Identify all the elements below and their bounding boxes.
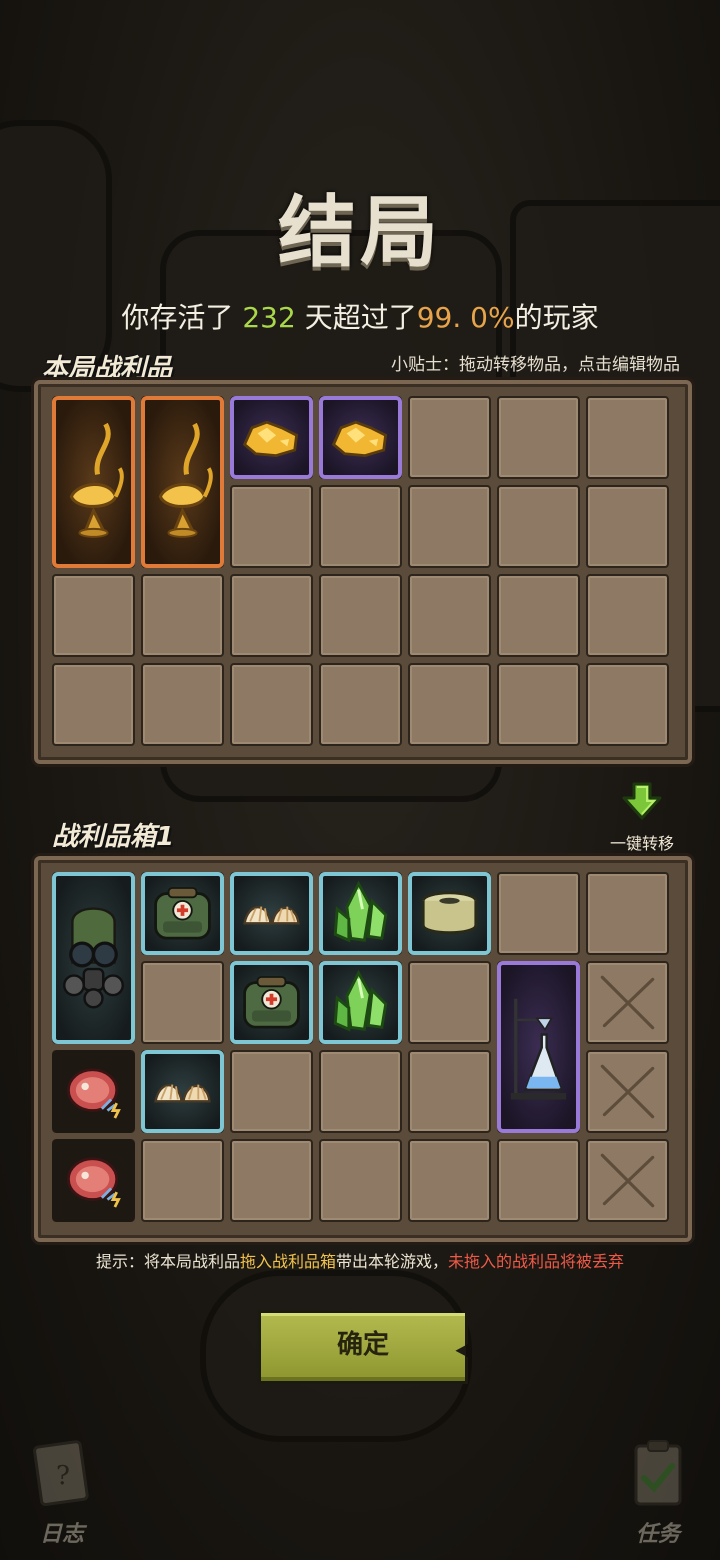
survive-mid: 天超过了 [304, 301, 417, 334]
clipboard-check-icon [634, 1440, 682, 1506]
transfer-all-label: 一键转移 [609, 834, 674, 853]
grid-cell[interactable] [586, 574, 669, 657]
locked-slot [586, 1050, 669, 1133]
grid-cell[interactable] [497, 574, 580, 657]
loot-panel [34, 380, 692, 764]
locked-slot-icon [600, 975, 655, 1030]
grid-cell[interactable] [230, 1139, 313, 1222]
tape-roll-icon [421, 890, 478, 934]
raw-meat-icon [67, 1067, 121, 1119]
golden-lamp-icon [158, 422, 213, 538]
confirm-button[interactable]: 确定 [258, 1310, 468, 1384]
grid-cell[interactable] [408, 1139, 491, 1222]
grid-cell[interactable] [319, 1050, 402, 1133]
grid-cell[interactable] [497, 663, 580, 746]
loot-slot-golden-lamp-1[interactable] [141, 396, 224, 568]
grid-cell[interactable] [230, 1050, 313, 1133]
loot-slot-gold-nugget-3[interactable] [319, 396, 402, 479]
grid-cell[interactable] [497, 396, 580, 479]
grid-cell[interactable] [230, 574, 313, 657]
box-slot-raw-meat-8[interactable] [52, 1050, 135, 1133]
page-title: 结局 [277, 187, 442, 278]
survive-prefix: 你存活了 [121, 301, 234, 334]
box-slot-raw-meat-10[interactable] [52, 1139, 135, 1222]
survive-suffix: 的玩家 [514, 301, 599, 334]
locked-slot [586, 1139, 669, 1222]
grid-cell[interactable] [497, 485, 580, 568]
grid-cell[interactable] [586, 396, 669, 479]
grid-cell[interactable] [497, 872, 580, 955]
svg-text:?: ? [56, 1461, 70, 1491]
grid-cell[interactable] [319, 574, 402, 657]
loot-box-panel [34, 856, 692, 1242]
grid-cell[interactable] [319, 485, 402, 568]
hint-prefix: 提示：将本局战利品 [95, 1252, 240, 1271]
gas-mask-icon [63, 906, 124, 1008]
hint-middle: 带出本轮游戏， [336, 1252, 449, 1271]
hint-text: 提示：将本局战利品拖入战利品箱带出本轮游戏，未拖入的战利品将被丢弃 [0, 1248, 720, 1272]
hint-warning: 未拖入的战利品将被丢弃 [448, 1252, 625, 1271]
medic-backpack-icon [154, 886, 211, 940]
loot-slot-gold-nugget-2[interactable] [230, 396, 313, 479]
gold-nugget-icon [242, 420, 299, 457]
grid-cell[interactable] [141, 663, 224, 746]
grid-cell[interactable] [586, 872, 669, 955]
box-slot-tape-roll-4[interactable] [408, 872, 491, 955]
golden-lamp-icon [69, 422, 124, 538]
medic-backpack-icon [243, 975, 300, 1029]
journal-icon: ? [33, 1440, 89, 1507]
grid-cell[interactable] [141, 1139, 224, 1222]
locked-slot [586, 961, 669, 1044]
grid-cell[interactable] [586, 663, 669, 746]
task-button[interactable]: 任务 [626, 1438, 690, 1548]
shell-icon [243, 905, 300, 924]
gold-nugget-icon [331, 420, 388, 457]
grid-cell[interactable] [497, 1139, 580, 1222]
grid-cell[interactable] [319, 1139, 402, 1222]
green-crystal-icon [333, 969, 388, 1031]
days-survived: 232 [242, 301, 296, 334]
percentile: 99. 0% [416, 301, 515, 334]
grid-cell[interactable] [230, 663, 313, 746]
locked-slot-icon [600, 1064, 655, 1119]
grid-cell[interactable] [408, 1050, 491, 1133]
shell-icon [154, 1083, 211, 1102]
loot-slot-golden-lamp-0[interactable] [52, 396, 135, 568]
down-arrow-icon [622, 782, 662, 820]
grid-cell[interactable] [52, 574, 135, 657]
box-slot-green-crystal-3[interactable] [319, 872, 402, 955]
grid-cell[interactable] [52, 663, 135, 746]
grid-cell[interactable] [230, 485, 313, 568]
log-label: 日志 [39, 1522, 84, 1547]
grid-cell[interactable] [586, 485, 669, 568]
grid-cell[interactable] [408, 574, 491, 657]
lab-flask-icon [510, 998, 567, 1099]
raw-meat-icon [67, 1156, 121, 1208]
survival-summary: 你存活了 232 天超过了99. 0%的玩家 [0, 296, 720, 336]
green-crystal-icon [333, 880, 388, 942]
transfer-all-button[interactable]: 一键转移 [602, 782, 682, 854]
log-button[interactable]: ? 日志 [30, 1438, 94, 1548]
box-slot-gas-mask-0[interactable] [52, 872, 135, 1044]
grid-cell[interactable] [319, 663, 402, 746]
hint-highlight: 拖入战利品箱 [239, 1252, 336, 1271]
grid-cell[interactable] [408, 663, 491, 746]
locked-slot-icon [600, 1153, 655, 1208]
box-slot-shell-2[interactable] [230, 872, 313, 955]
grid-cell[interactable] [141, 961, 224, 1044]
grid-cell[interactable] [408, 961, 491, 1044]
box-slot-medic-backpack-1[interactable] [141, 872, 224, 955]
box-slot-medic-backpack-5[interactable] [230, 961, 313, 1044]
box-panel-label: 战利品箱1 [52, 822, 175, 852]
grid-cell[interactable] [408, 485, 491, 568]
box-slot-shell-9[interactable] [141, 1050, 224, 1133]
tip-text: 小贴士：拖动转移物品，点击编辑物品 [391, 355, 680, 375]
box-slot-green-crystal-6[interactable] [319, 961, 402, 1044]
grid-cell[interactable] [408, 396, 491, 479]
grid-cell[interactable] [141, 574, 224, 657]
box-slot-lab-flask-7[interactable] [497, 961, 580, 1133]
task-label: 任务 [635, 1522, 680, 1547]
